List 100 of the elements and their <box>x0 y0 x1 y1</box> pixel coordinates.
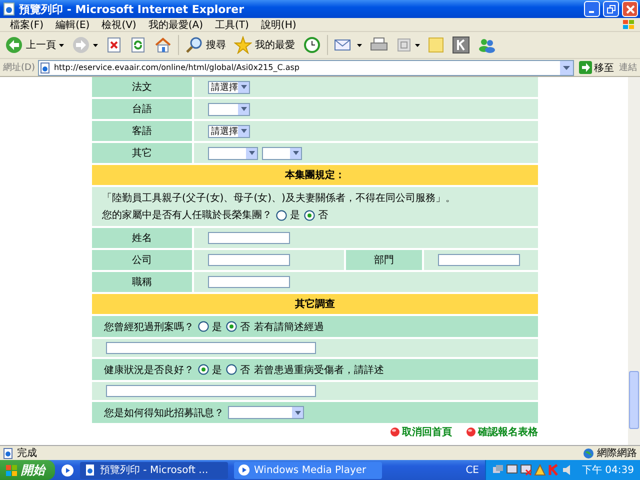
language-label: 其它 <box>92 143 192 163</box>
note-icon <box>428 37 444 53</box>
radio-selected-icon[interactable] <box>304 210 315 220</box>
dropdown-caret-icon[interactable] <box>292 151 298 155</box>
radio-empty-icon[interactable] <box>276 210 287 220</box>
notice-text: 「陸勤員工具親子(父子(女)、母子(女)、)及夫妻關係者，不得在同公司服務」。 <box>102 192 456 205</box>
language-select[interactable] <box>208 146 258 160</box>
monitor-icon[interactable] <box>506 464 518 476</box>
radio-option[interactable]: 是 <box>198 362 222 376</box>
go-button[interactable]: 移至 <box>577 60 616 74</box>
language-label: 客語 <box>92 121 192 141</box>
restore-button[interactable] <box>603 1 619 17</box>
warning-icon[interactable] <box>534 464 546 476</box>
status-text: 完成 <box>17 446 37 460</box>
history-button[interactable] <box>301 34 323 56</box>
search-button[interactable]: 搜尋 <box>183 34 228 56</box>
language-select[interactable] <box>208 102 250 116</box>
start-button[interactable]: 開始 <box>0 460 55 480</box>
home-icon <box>154 37 172 53</box>
dropdown-caret-icon[interactable] <box>563 66 570 70</box>
radio-option[interactable]: 是 <box>276 208 300 222</box>
caret-icon <box>415 44 420 46</box>
hint-text: 若曾患過重病受傷者，請詳述 <box>254 364 384 376</box>
taskbar-button[interactable]: 預覽列印 - Microsoft ... <box>80 462 228 478</box>
radio-option[interactable]: 否 <box>304 208 328 222</box>
menu-item[interactable]: 檢視(V) <box>96 18 142 32</box>
caret-icon <box>59 44 64 46</box>
language-label: 台語 <box>92 99 192 119</box>
close-icon <box>626 4 634 14</box>
question-text: 您是如何得知此招募訊息？ <box>104 406 224 420</box>
printer-icon <box>370 37 388 53</box>
language-select[interactable]: 請選擇 <box>208 124 250 138</box>
favorites-button[interactable]: 我的最愛 <box>232 34 297 56</box>
globe-icon <box>583 448 594 458</box>
menu-item[interactable]: 我的最愛(A) <box>142 18 209 32</box>
square-icon <box>396 37 412 53</box>
field-label: 職稱 <box>92 272 192 292</box>
scrollbar-thumb[interactable] <box>629 371 639 429</box>
input-field[interactable] <box>438 254 520 266</box>
media-player-icon[interactable] <box>61 464 74 476</box>
bullet-icon <box>390 427 400 437</box>
k-button[interactable] <box>450 34 472 56</box>
menu-item[interactable]: 工具(T) <box>209 18 255 32</box>
radio-empty-icon[interactable] <box>226 364 237 375</box>
close-button[interactable] <box>622 1 638 17</box>
caret-icon <box>93 44 98 46</box>
menu-item[interactable]: 檔案(F) <box>4 18 50 32</box>
dropdown-caret-icon[interactable] <box>240 129 246 133</box>
address-label: 網址(D) <box>3 62 35 74</box>
link[interactable]: 確認報名表格 <box>466 425 538 439</box>
media-player-icon <box>238 464 250 476</box>
dropdown-caret-icon[interactable] <box>240 107 246 111</box>
field-label: 部門 <box>346 250 422 270</box>
windows-flag-icon <box>6 464 18 476</box>
menu-item[interactable]: 編輯(E) <box>50 18 96 32</box>
page-icon <box>3 448 14 458</box>
language-indicator[interactable]: CE <box>466 464 479 476</box>
radio-selected-icon[interactable] <box>198 364 209 375</box>
section-heading: 其它調查 <box>92 294 538 314</box>
restore-icon <box>606 4 616 14</box>
window-title: 預覽列印 - Microsoft Internet Explorer <box>19 2 245 16</box>
page-icon <box>38 62 51 74</box>
input-field[interactable] <box>208 254 290 266</box>
refresh-icon <box>130 37 146 53</box>
k-logo-icon <box>452 36 470 54</box>
radio-empty-icon[interactable] <box>198 321 209 332</box>
language-label: 法文 <box>92 77 192 97</box>
address-field[interactable]: http://eservice.evaair.com/online/html/global/Asi0x215_C.asp <box>38 60 574 76</box>
caret-icon <box>357 44 362 46</box>
input-field[interactable] <box>106 342 316 354</box>
question-text: 健康狀況是否良好？ <box>104 364 194 376</box>
link[interactable]: 取消回首頁 <box>390 425 452 439</box>
dropdown-caret-icon[interactable] <box>248 151 254 155</box>
menu-item[interactable]: 說明(H) <box>254 18 302 32</box>
minimize-button[interactable] <box>584 1 600 17</box>
level-select[interactable] <box>262 146 302 160</box>
radio-selected-icon[interactable] <box>226 321 237 332</box>
dropdown-caret-icon[interactable] <box>240 85 246 89</box>
people-icon <box>478 37 496 53</box>
radio-option[interactable]: 是 <box>198 320 222 334</box>
input-field[interactable] <box>208 276 290 288</box>
go-arrow-icon <box>579 61 592 74</box>
input-field[interactable] <box>208 232 290 244</box>
question-text: 您的家屬中是否有人任職於長榮集團？ <box>102 208 272 222</box>
language-select[interactable]: 請選擇 <box>208 80 250 94</box>
question-text: 您曾經犯過刑案嗎？ <box>104 320 194 334</box>
dropdown-caret-icon[interactable] <box>294 410 300 414</box>
radio-option[interactable]: 否 <box>226 320 250 334</box>
taskbar-button[interactable]: Windows Media Player <box>234 462 382 478</box>
clock: 下午 04:39 <box>582 464 634 477</box>
search-icon <box>185 36 203 54</box>
input-field[interactable] <box>106 385 316 397</box>
star-icon <box>234 36 252 54</box>
back-button[interactable]: 上一頁 <box>3 34 66 56</box>
radio-option[interactable]: 否 <box>226 362 250 376</box>
zone-text: 網際網路 <box>597 447 637 460</box>
page-icon <box>2 2 16 16</box>
links-label[interactable]: 連結 <box>619 61 637 74</box>
monitor-error-icon[interactable] <box>520 464 532 476</box>
source-select[interactable] <box>228 406 304 419</box>
